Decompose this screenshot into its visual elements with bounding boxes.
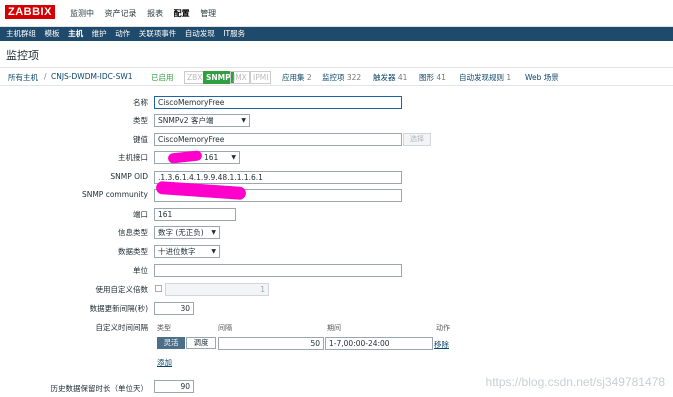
submenu-it-services[interactable]: IT服务 [223,27,245,41]
col-interval: 间隔 [218,324,232,332]
units-input[interactable] [154,264,402,277]
interval-input[interactable]: 30 [154,302,194,315]
page-title: 监控项 [6,49,39,62]
tab-graphs-label: 图形 [419,73,434,82]
breadcrumb-separator: / [44,72,47,81]
snmp-oid-input[interactable]: .1.3.6.1.4.1.9.9.48.1.1.1.6.1 [154,171,402,184]
tab-discovery-label: 自动发现规则 [459,73,504,82]
menu-reports[interactable]: 报表 [147,9,163,18]
port-input[interactable]: 161 [154,208,236,221]
interval-label: 数据更新间隔(秒) [89,304,148,313]
submenu-actions[interactable]: 动作 [115,27,130,41]
submenu-maintenance[interactable]: 维护 [92,27,107,41]
multiplier-checkbox[interactable] [155,285,162,292]
submenu-host-groups[interactable]: 主机群组 [6,27,36,41]
type-select[interactable]: SNMPv2 客户端 ▼ [154,114,250,127]
tab-triggers[interactable]: 触发器 41 [373,72,407,83]
breadcrumb-all-hosts[interactable]: 所有主机 [8,72,38,83]
tab-web-scenarios[interactable]: Web 场景 [525,72,559,83]
chevron-down-icon: ▼ [241,117,246,124]
scheduling-toggle[interactable]: 调度 [186,337,216,349]
add-interval-link[interactable]: 添加 [157,357,172,368]
flexible-toggle[interactable]: 灵活 [157,337,185,349]
snmp-oid-label: SNMP OID [110,172,148,181]
custom-interval-input[interactable]: 50 [218,337,324,350]
key-input[interactable]: CiscoMemoryFree [154,133,402,146]
tab-items-count: 322 [346,73,362,82]
history-label: 历史数据保留时长（单位天） [50,384,149,393]
remove-link[interactable]: 移除 [434,339,449,350]
sub-menu: 主机群组 模板 主机 维护 动作 关联项事件 自动发现 IT服务 [0,27,673,41]
col-period: 期间 [327,324,341,332]
col-type: 类型 [157,324,171,332]
multiplier-label: 使用自定义倍数 [95,285,149,294]
breadcrumb: 所有主机 / CNJS-DWDM-IDC-SW1 已启用 ZBX SNMP JM… [0,67,673,86]
multiplier-input[interactable]: 1 [165,283,269,296]
name-input[interactable]: CiscoMemoryFree [154,96,402,109]
data-type-value: 十进位数字 [158,247,196,256]
tab-applications-count: 2 [306,73,312,82]
top-menu: 监测中 资产记录 报表 配置 管理 [70,8,224,19]
breadcrumb-host[interactable]: CNJS-DWDM-IDC-SW1 [51,72,133,81]
submenu-hosts[interactable]: 主机 [68,27,83,41]
menu-inventory[interactable]: 资产记录 [105,9,137,18]
col-action: 动作 [436,324,450,332]
tab-applications-label: 应用集 [282,73,305,82]
data-type-select[interactable]: 十进位数字 ▼ [154,245,220,258]
chevron-down-icon: ▼ [231,154,236,161]
key-select-button[interactable]: 选择 [403,133,431,146]
tab-triggers-count: 41 [397,73,408,82]
data-type-label: 数据类型 [118,247,148,256]
custom-intervals-label: 自定义时间间隔 [95,323,149,332]
value-type-select[interactable]: 数字 (无正负) ▼ [154,226,220,239]
name-label: 名称 [133,98,148,107]
tab-applications[interactable]: 应用集 2 [282,72,312,83]
tab-graphs-count: 41 [436,73,446,82]
tab-items[interactable]: 监控项 322 [322,72,361,83]
type-select-value: SNMPv2 客户端 [158,116,214,125]
chevron-down-icon: ▼ [211,248,216,255]
zabbix-logo[interactable]: ZABBIX [5,5,55,19]
menu-administration[interactable]: 管理 [200,9,216,18]
tag-jmx: JMX [230,71,250,84]
type-label: 类型 [133,116,148,125]
status-enabled[interactable]: 已启用 [151,72,174,83]
value-type-label: 信息类型 [118,228,148,237]
port-label: 端口 [133,210,148,219]
snmp-community-label: SNMP community [81,190,148,199]
submenu-templates[interactable]: 模板 [45,27,60,41]
tab-graphs[interactable]: 图形 41 [419,72,446,83]
custom-period-input[interactable]: 1-7,00:00-24:00 [325,337,433,350]
menu-configuration[interactable]: 配置 [174,9,190,18]
watermark: https://blog.csdn.net/sj349781478 [485,375,665,389]
units-label: 单位 [133,266,148,275]
key-label: 键值 [133,135,148,144]
submenu-discovery[interactable]: 自动发现 [185,27,215,41]
tab-triggers-label: 触发器 [373,73,396,82]
history-input[interactable]: 90 [154,380,194,393]
menu-monitoring[interactable]: 监测中 [70,9,94,18]
tab-discovery-count: 1 [506,73,512,82]
value-type-value: 数字 (无正负) [158,228,204,237]
submenu-correlation[interactable]: 关联项事件 [139,27,177,41]
interface-port-suffix: 161 [204,153,219,162]
tab-discovery-rules[interactable]: 自动发现规则 1 [459,72,511,83]
top-bar: ZABBIX 监测中 资产记录 报表 配置 管理 [0,0,673,27]
tag-ipmi: IPMI [250,71,272,84]
interface-label: 主机接口 [118,153,148,162]
chevron-down-icon: ▼ [211,229,216,236]
tab-items-label: 监控项 [322,73,345,82]
